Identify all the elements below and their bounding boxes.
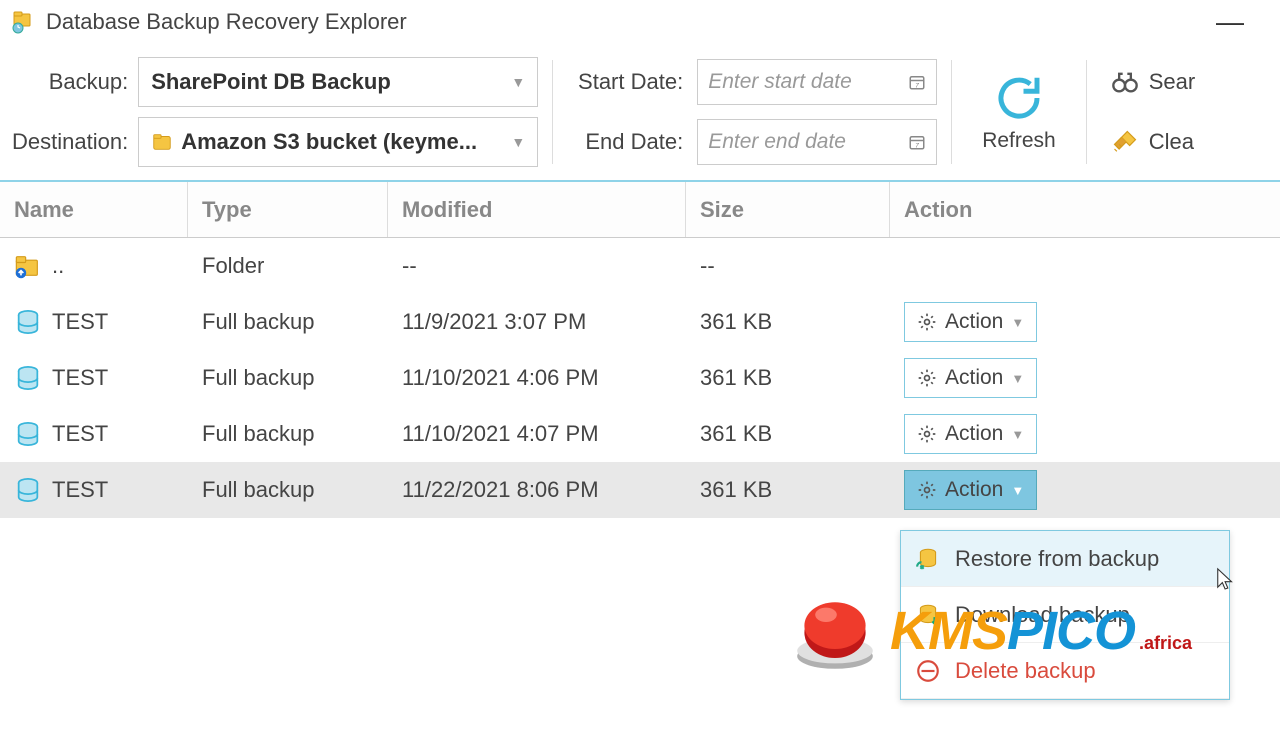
table-row[interactable]: TESTFull backup11/22/2021 8:06 PM361 KBA… (0, 462, 1280, 518)
gear-icon (917, 368, 937, 388)
col-type[interactable]: Type (188, 182, 388, 237)
table-row[interactable]: TESTFull backup11/9/2021 3:07 PM361 KBAc… (0, 294, 1280, 350)
gear-icon (917, 480, 937, 500)
chevron-down-icon: ▼ (511, 74, 525, 90)
col-modified[interactable]: Modified (388, 182, 686, 237)
destination-label: Destination: (12, 117, 128, 167)
refresh-icon (992, 71, 1046, 125)
calendar-icon: 7 (908, 73, 926, 91)
bucket-icon (151, 131, 173, 153)
menu-download-backup[interactable]: Download backup (901, 587, 1229, 643)
table-row[interactable]: ..Folder---- (0, 238, 1280, 294)
table-row[interactable]: TESTFull backup11/10/2021 4:07 PM361 KBA… (0, 406, 1280, 462)
clear-button[interactable]: Clea (1111, 117, 1195, 167)
chevron-down-icon: ▼ (1011, 371, 1024, 386)
svg-text:7: 7 (915, 82, 919, 89)
action-button[interactable]: Action▼ (904, 358, 1037, 398)
grid-body: ..Folder----TESTFull backup11/9/2021 3:0… (0, 238, 1280, 518)
end-date-input[interactable]: Enter end date 7 (697, 119, 937, 165)
red-button-icon (790, 586, 880, 676)
window-title: Database Backup Recovery Explorer (46, 9, 407, 35)
end-date-label: End Date: (567, 129, 697, 155)
action-button[interactable]: Action▼ (904, 414, 1037, 454)
folder-up-icon (14, 252, 42, 280)
chevron-down-icon: ▼ (511, 134, 525, 150)
search-button[interactable]: Sear (1111, 57, 1195, 107)
chevron-down-icon: ▼ (1011, 483, 1024, 498)
start-date-input[interactable]: Enter start date 7 (697, 59, 937, 105)
toolbar: Backup: Destination: SharePoint DB Backu… (0, 44, 1280, 182)
chevron-down-icon: ▼ (1011, 315, 1024, 330)
titlebar: Database Backup Recovery Explorer — (0, 0, 1280, 44)
gear-icon (917, 424, 937, 444)
refresh-button[interactable]: Refresh (966, 52, 1072, 172)
separator (1086, 60, 1087, 164)
app-icon (12, 10, 36, 34)
backup-select[interactable]: SharePoint DB Backup ▼ (138, 57, 538, 107)
col-name[interactable]: Name (0, 182, 188, 237)
chevron-down-icon: ▼ (1011, 427, 1024, 442)
menu-restore-from-backup[interactable]: Restore from backup (901, 531, 1229, 587)
calendar-icon: 7 (908, 133, 926, 151)
separator (951, 60, 952, 164)
menu-delete-backup[interactable]: Delete backup (901, 643, 1229, 699)
database-icon (14, 308, 42, 336)
separator (552, 60, 553, 164)
binoculars-icon (1111, 68, 1139, 96)
mouse-cursor (1215, 567, 1237, 595)
minimize-button[interactable]: — (1216, 6, 1268, 38)
database-icon (14, 364, 42, 392)
table-row[interactable]: TESTFull backup11/10/2021 4:06 PM361 KBA… (0, 350, 1280, 406)
database-icon (14, 476, 42, 504)
database-icon (14, 420, 42, 448)
restore-icon (915, 546, 941, 572)
svg-text:7: 7 (915, 142, 919, 149)
action-button[interactable]: Action▼ (904, 302, 1037, 342)
col-action[interactable]: Action (890, 182, 1280, 237)
broom-icon (1111, 128, 1139, 156)
action-dropdown: Restore from backup Download backup Dele… (900, 530, 1230, 700)
action-button[interactable]: Action▼ (904, 470, 1037, 510)
col-size[interactable]: Size (686, 182, 890, 237)
destination-select[interactable]: Amazon S3 bucket (keyme... ▼ (138, 117, 538, 167)
start-date-label: Start Date: (567, 69, 697, 95)
backup-label: Backup: (49, 57, 129, 107)
download-icon (915, 602, 941, 628)
gear-icon (917, 312, 937, 332)
grid-header: Name Type Modified Size Action (0, 182, 1280, 238)
delete-icon (915, 658, 941, 684)
